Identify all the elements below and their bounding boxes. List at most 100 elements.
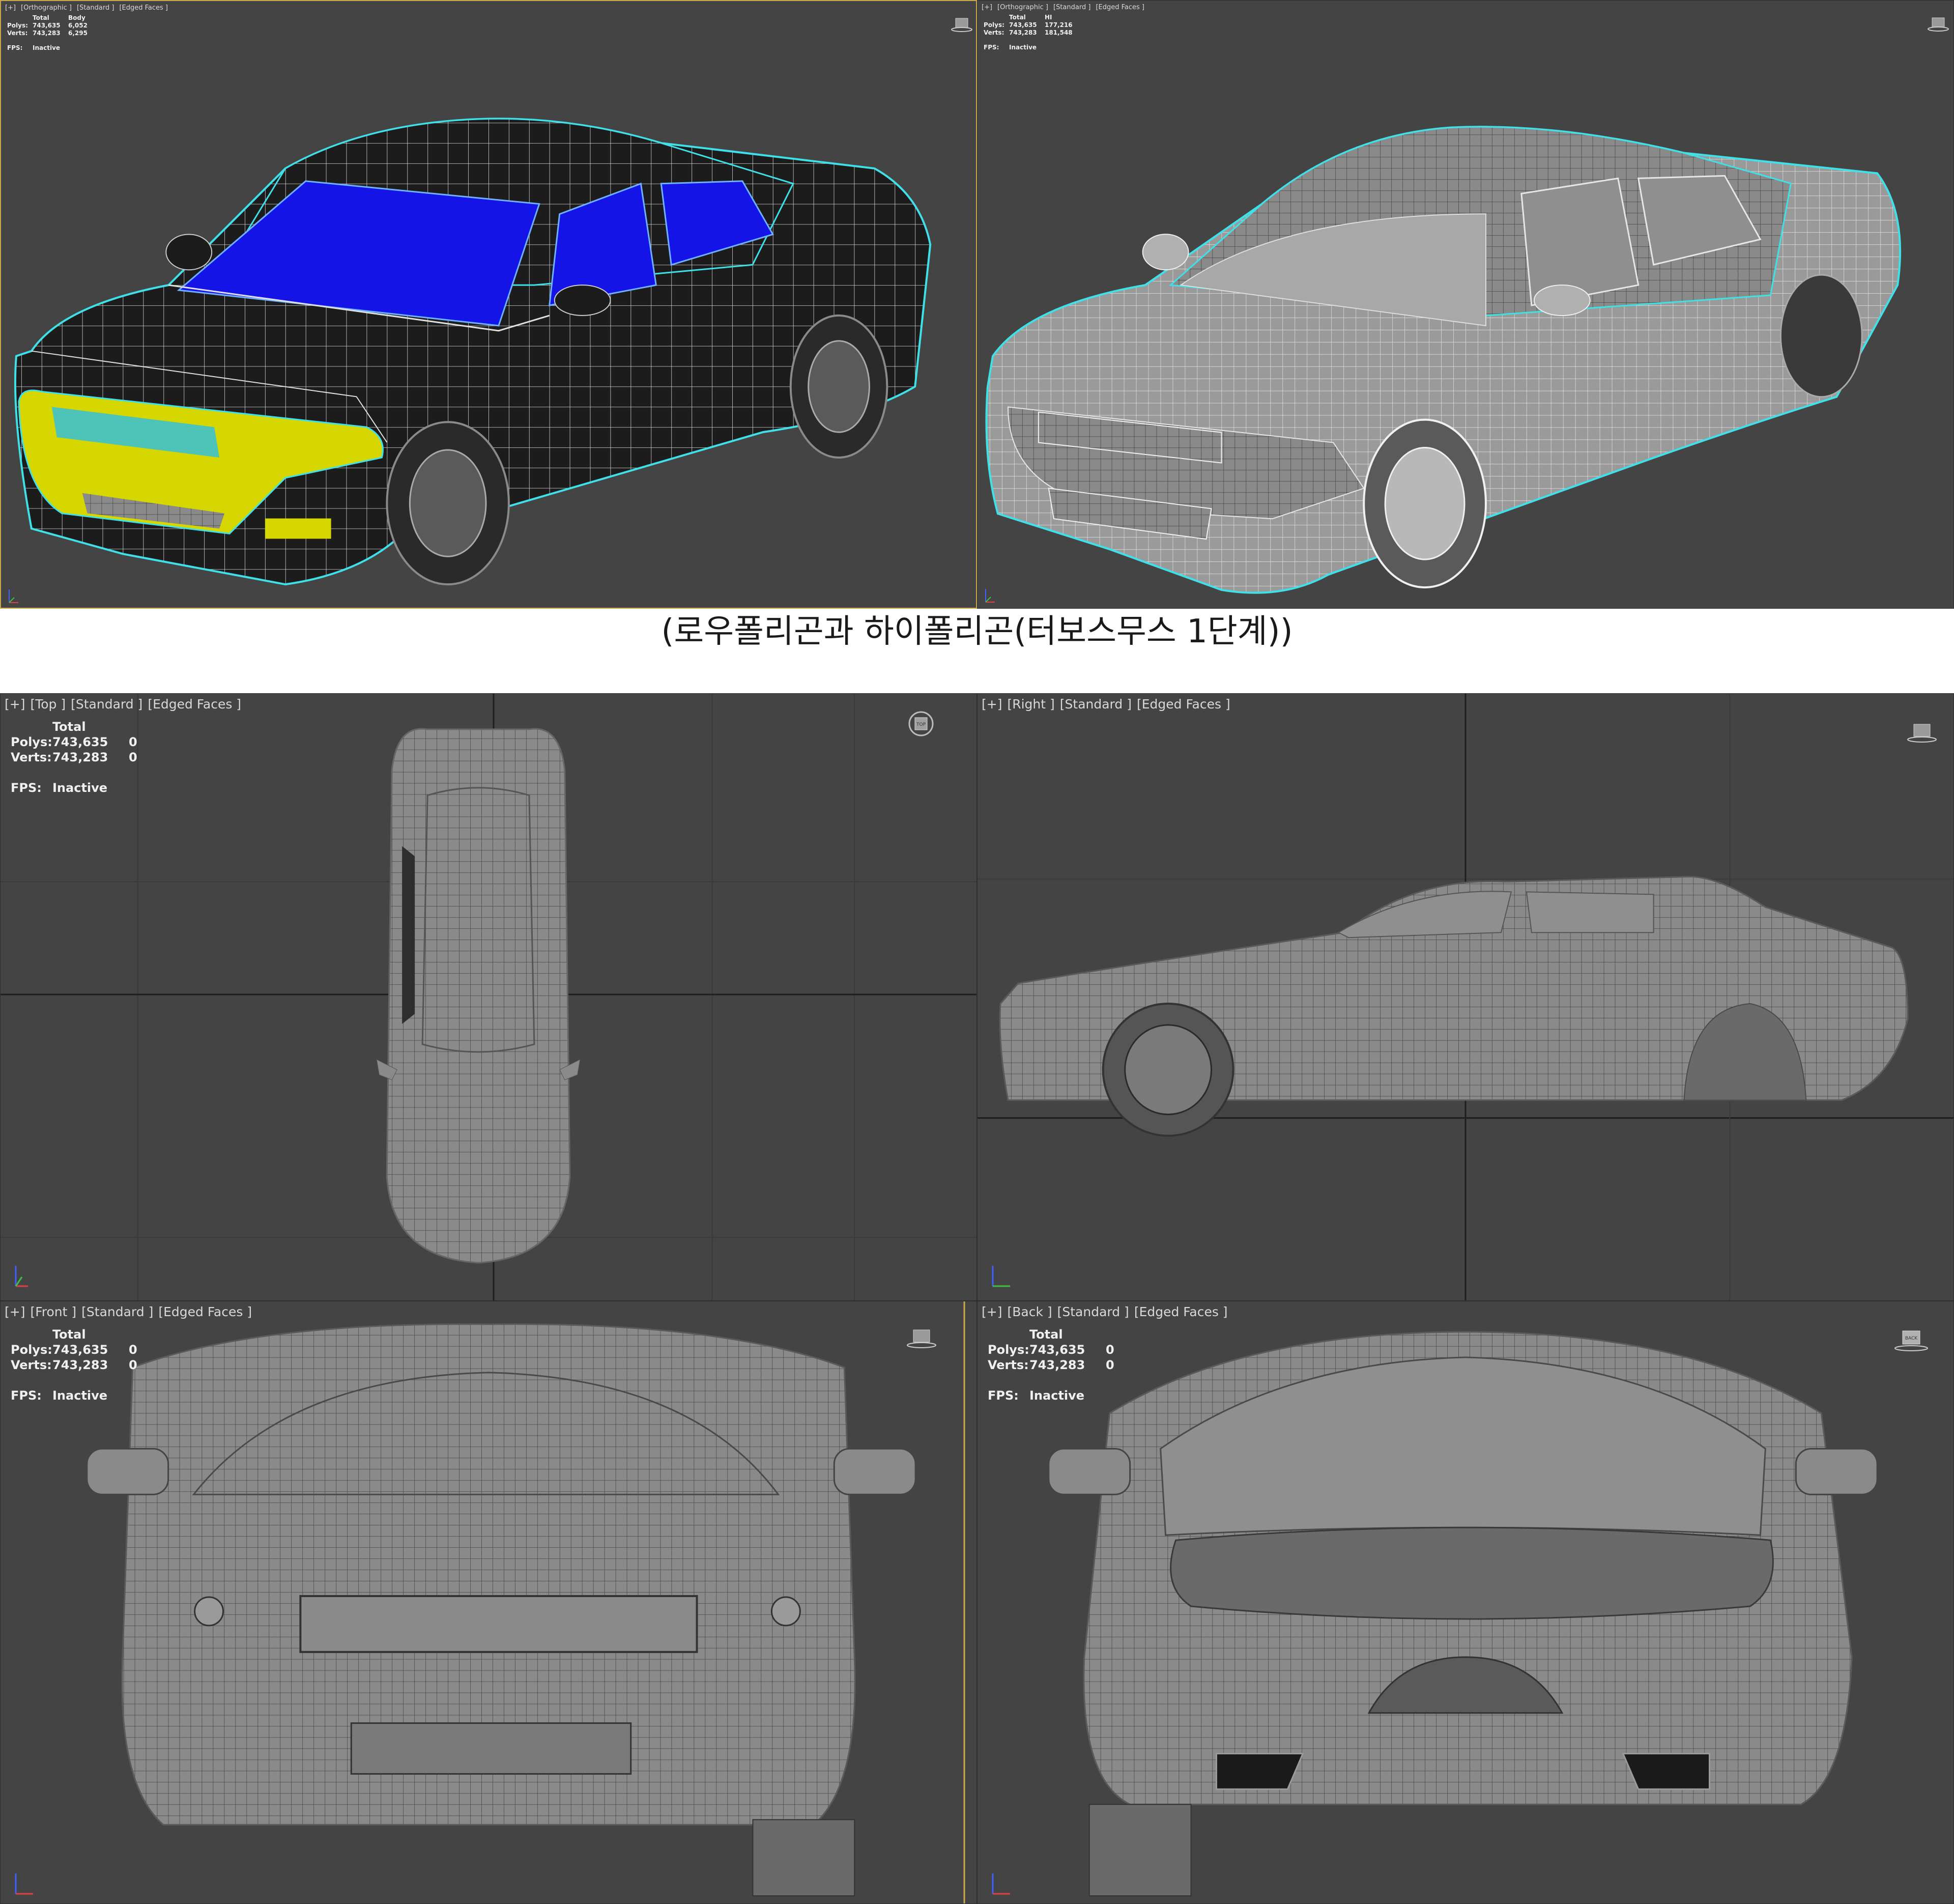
viewport-plus-menu[interactable]: [+] xyxy=(982,697,1002,712)
viewport-label[interactable]: [+] [Orthographic ] [Standard ] [Edged Face… xyxy=(5,4,173,12)
viewport-view-menu[interactable]: [Top ] xyxy=(30,697,66,712)
viewport-label[interactable]: [+] [Top ] [Standard ] [Edged Faces ] xyxy=(5,697,246,712)
fps-value: Inactive xyxy=(33,44,61,51)
verts-total: 743,283 xyxy=(52,750,108,764)
viewport-edges-menu[interactable]: [Edged Faces ] xyxy=(1134,1304,1228,1319)
figure-caption: (로우폴리곤과 하이폴리곤(터보스무스 1단계)) xyxy=(661,613,1293,650)
viewport-shading-menu[interactable]: [Standard ] xyxy=(71,697,142,712)
fps-label: FPS: xyxy=(11,781,42,795)
fps-label: FPS: xyxy=(11,1388,42,1403)
polys-label: Polys: xyxy=(11,735,52,749)
viewport-low-poly[interactable]: [+] [Orthographic ] [Standard ] [Edged Face… xyxy=(0,0,977,609)
viewport-edges-menu[interactable]: [Edged Faces ] xyxy=(1096,4,1144,11)
viewport-label[interactable]: [+] [Orthographic ] [Standard ] [Edged Face… xyxy=(982,4,1150,11)
viewport-edges-menu[interactable]: [Edged Faces ] xyxy=(158,1304,252,1319)
stats-header-total: Total xyxy=(1029,1327,1063,1342)
verts-label: Verts: xyxy=(11,1358,52,1372)
fps-value: Inactive xyxy=(1009,44,1037,51)
viewport-right[interactable]: [+] [Right ] [Standard ] [Edged Faces ] xyxy=(977,693,1954,1301)
viewport-shading-menu[interactable]: [Standard ] xyxy=(81,1304,153,1319)
polys-selection: 177,216 xyxy=(1045,21,1073,29)
polys-total: 743,635 xyxy=(1029,1343,1085,1357)
stats-header-total: Total xyxy=(1009,14,1026,21)
verts-label: Verts: xyxy=(7,30,28,37)
stats-header-total: Total xyxy=(52,720,86,734)
axis-tripod-icon xyxy=(15,1873,33,1895)
navcube-icon[interactable] xyxy=(951,16,973,33)
verts-total: 743,283 xyxy=(52,1358,108,1372)
stats-overlay: Total Polys:743,635 0 Verts:743,283 0 FPS:… xyxy=(988,1327,1114,1403)
viewport-high-poly[interactable]: [+] [Orthographic ] [Standard ] [Edged Face… xyxy=(977,0,1954,609)
stats-overlay: Total Body Polys: 743,635 6,052 Verts: 743,2… xyxy=(7,14,88,52)
viewport-shading-menu[interactable]: [Standard ] xyxy=(1057,1304,1129,1319)
verts-selection: 181,548 xyxy=(1045,29,1073,36)
viewport-plus-menu[interactable]: [+] xyxy=(982,4,992,11)
fps-label: FPS: xyxy=(988,1388,1019,1403)
viewport-label[interactable]: [+] [Right ] [Standard ] [Edged Faces ] xyxy=(982,697,1235,712)
stats-overlay: Total Polys:743,635 0 Verts:743,283 0 FPS:… xyxy=(11,719,137,795)
polys-total: 743,635 xyxy=(33,22,61,29)
viewport-view-menu[interactable]: [Front ] xyxy=(30,1304,76,1319)
viewport-top[interactable]: [+] [Top ] [Standard ] [Edged Faces ] Total… xyxy=(0,693,977,1301)
viewport-plus-menu[interactable]: [+] xyxy=(5,697,25,712)
fps-value: Inactive xyxy=(52,781,108,795)
viewport-view-menu[interactable]: [Right ] xyxy=(1007,697,1054,712)
low-poly-car-render xyxy=(14,118,932,586)
axis-tripod-icon xyxy=(985,589,995,603)
verts-selection: 6,295 xyxy=(68,30,88,37)
viewport-view-menu[interactable]: [Orthographic ] xyxy=(21,4,72,12)
navcube-icon[interactable] xyxy=(906,1328,937,1349)
viewport-shading-menu[interactable]: [Standard ] xyxy=(1060,697,1132,712)
stats-header-selection: Body xyxy=(68,14,85,21)
viewport-edges-menu[interactable]: [Edged Faces ] xyxy=(119,4,168,12)
viewport-front[interactable]: [+] [Front ] [Standard ] [Edged Faces ] Tot… xyxy=(0,1301,977,1904)
compass-navcube-icon[interactable]: TOP xyxy=(907,710,935,737)
viewport-view-menu[interactable]: [Orthographic ] xyxy=(997,4,1048,11)
viewport-plus-menu[interactable]: [+] xyxy=(982,1304,1002,1319)
fps-label: FPS: xyxy=(7,44,23,51)
viewport-label[interactable]: [+] [Back ] [Standard ] [Edged Faces ] xyxy=(982,1304,1233,1319)
high-poly-car-render xyxy=(985,126,1902,594)
polys-selection: 0 xyxy=(129,1343,137,1357)
viewport-back[interactable]: [+] [Back ] [Standard ] [Edged Faces ] Tota… xyxy=(977,1301,1954,1904)
fps-label: FPS: xyxy=(984,44,999,51)
polys-label: Polys: xyxy=(11,1343,52,1357)
polys-total: 743,635 xyxy=(52,1343,108,1357)
verts-total: 743,283 xyxy=(1009,29,1037,36)
back-view-car-render xyxy=(1048,1331,1878,1897)
viewport-shading-menu[interactable]: [Standard ] xyxy=(77,4,114,12)
verts-selection: 0 xyxy=(129,750,137,764)
top-view-car-render xyxy=(1,694,976,1300)
polys-label: Polys: xyxy=(984,21,1004,29)
navcube-icon[interactable] xyxy=(1907,722,1937,744)
verts-label: Verts: xyxy=(11,750,52,764)
stats-header-total: Total xyxy=(52,1327,86,1342)
stats-overlay: Total HI Polys: 743,635 177,216 Verts: 743,2… xyxy=(984,14,1073,51)
axis-tripod-icon xyxy=(992,1873,1010,1895)
right-view-car-render xyxy=(978,694,1953,1300)
navcube-icon[interactable]: BACK xyxy=(1893,1328,1929,1353)
verts-selection: 0 xyxy=(129,1358,137,1372)
fps-value: Inactive xyxy=(52,1388,108,1403)
navcube-label: BACK xyxy=(1905,1336,1918,1341)
verts-label: Verts: xyxy=(988,1358,1029,1372)
stats-overlay: Total Polys:743,635 0 Verts:743,283 0 FPS:… xyxy=(11,1327,137,1403)
verts-selection: 0 xyxy=(1106,1358,1114,1372)
polys-label: Polys: xyxy=(7,22,28,29)
stats-header-selection: HI xyxy=(1045,14,1052,21)
viewport-edges-menu[interactable]: [Edged Faces ] xyxy=(1137,697,1230,712)
fps-value: Inactive xyxy=(1029,1388,1085,1403)
viewport-label[interactable]: [+] [Front ] [Standard ] [Edged Faces ] xyxy=(5,1304,257,1319)
polys-selection: 0 xyxy=(129,735,137,749)
polys-total: 743,635 xyxy=(52,735,108,749)
verts-total: 743,283 xyxy=(1029,1358,1085,1372)
viewport-edges-menu[interactable]: [Edged Faces ] xyxy=(148,697,241,712)
viewport-plus-menu[interactable]: [+] xyxy=(5,1304,25,1319)
navcube-icon[interactable] xyxy=(1927,16,1949,32)
viewport-view-menu[interactable]: [Back ] xyxy=(1007,1304,1052,1319)
navcube-label: TOP xyxy=(916,722,926,727)
viewport-shading-menu[interactable]: [Standard ] xyxy=(1053,4,1090,11)
polys-total: 743,635 xyxy=(1009,21,1037,29)
viewport-plus-menu[interactable]: [+] xyxy=(5,4,16,12)
axis-tripod-icon xyxy=(9,589,18,603)
